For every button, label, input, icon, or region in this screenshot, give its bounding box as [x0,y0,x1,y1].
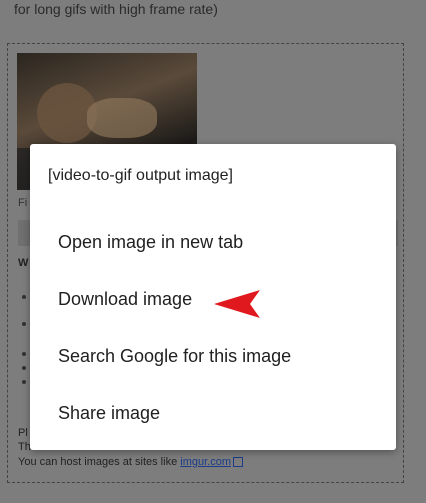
imgur-link[interactable]: imgur.com [180,456,231,468]
bullet-dot [22,380,26,384]
bullet-dot [22,366,26,370]
note-line-1: Pl [18,427,28,439]
menu-item-download-image[interactable]: Download image [58,289,192,310]
external-link-icon [233,457,243,468]
file-label: Fi [18,197,28,209]
section-label: W [18,257,29,269]
note-line-2: Th [18,441,31,453]
hosting-note: You can host images at sites like imgur.… [18,455,243,469]
dialog-title: [video-to-gif output image] [48,167,233,184]
bullet-dot [22,295,26,299]
pointer-arrow-icon [214,290,260,318]
menu-item-open-new-tab[interactable]: Open image in new tab [58,232,243,253]
menu-item-share-image[interactable]: Share image [58,403,160,424]
bullet-dot [22,322,26,326]
hosting-text: You can host images at sites like [18,456,178,468]
bullet-dot [22,352,26,356]
context-menu-dialog: [video-to-gif output image] Open image i… [30,144,396,450]
intro-text: for long gifs with high frame rate) [14,1,218,17]
menu-item-search-google[interactable]: Search Google for this image [58,346,291,367]
